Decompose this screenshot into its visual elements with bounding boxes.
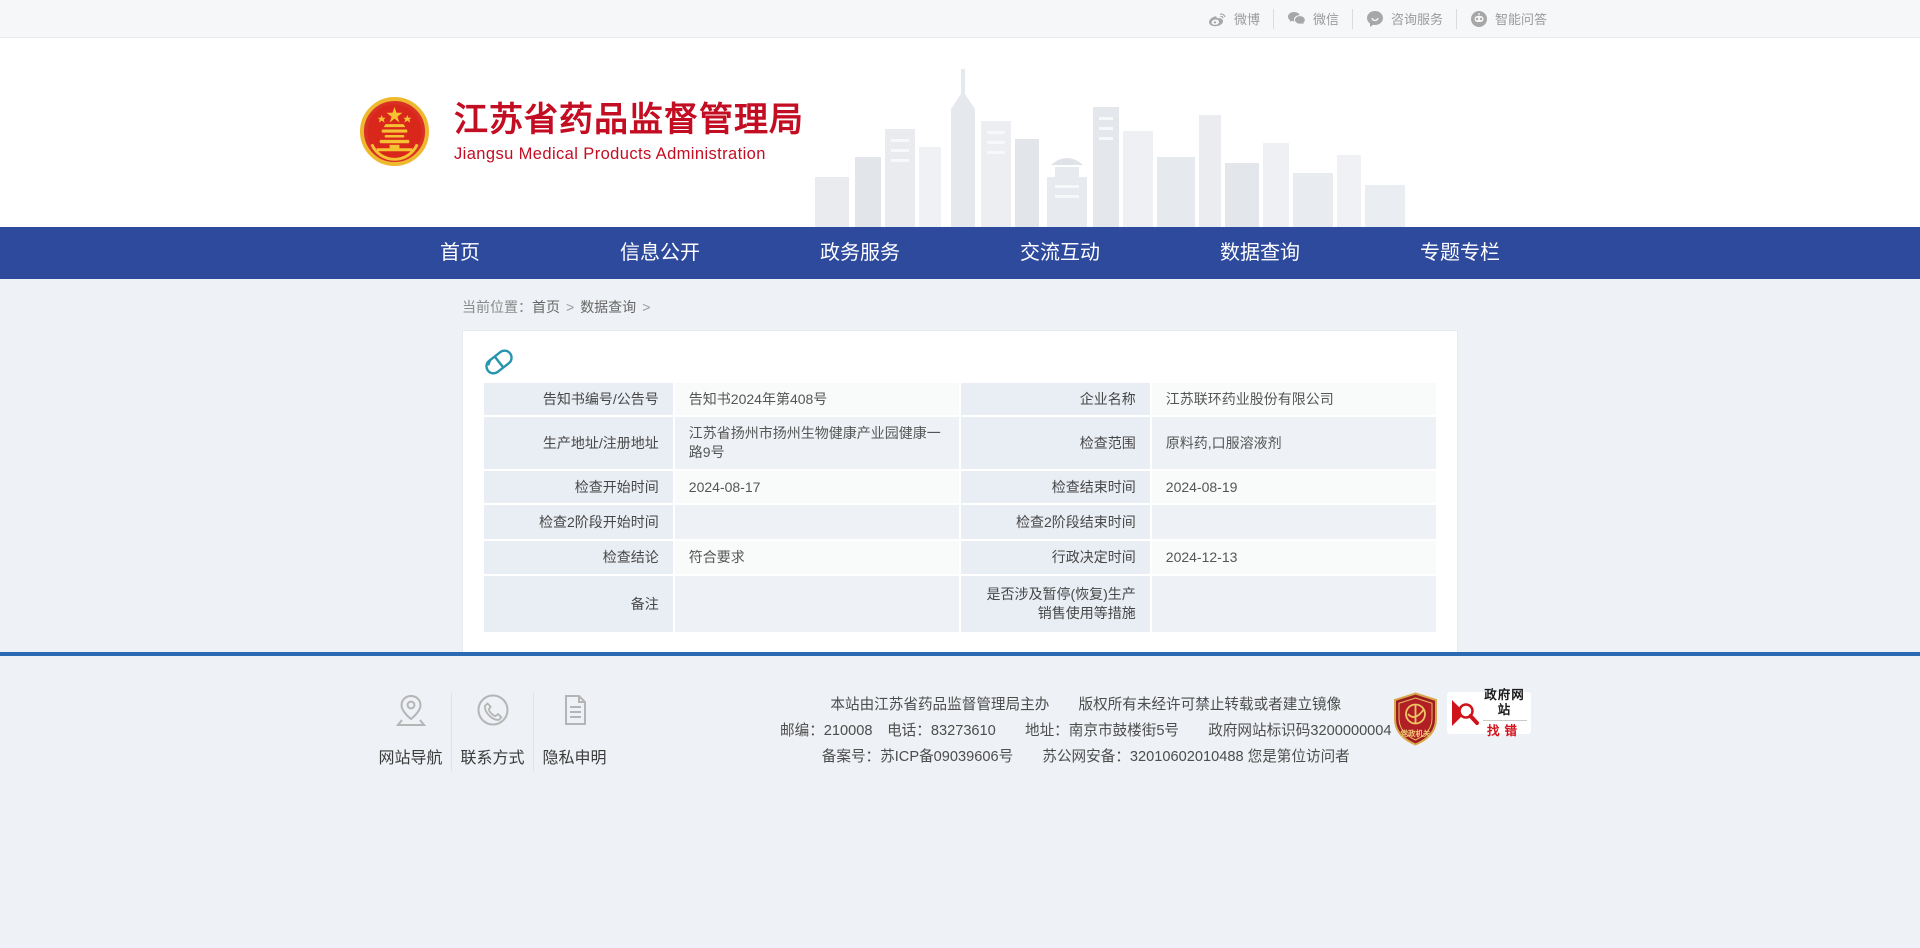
topbar-item-label: 智能问答 xyxy=(1495,9,1547,28)
breadcrumb-link-home[interactable]: 首页 xyxy=(532,299,560,315)
field-label: 生产地址/注册地址 xyxy=(483,416,674,470)
site-subtitle: Jiangsu Medical Products Administration xyxy=(454,145,804,164)
breadcrumb-prefix: 当前位置： xyxy=(462,299,532,315)
field-value: 2024-08-17 xyxy=(674,470,960,504)
site-logo[interactable]: 江苏省药品监督管理局 Jiangsu Medical Products Admi… xyxy=(360,97,804,166)
result-panel: 告知书编号/公告号 告知书2024年第408号 企业名称 江苏联环药业股份有限公… xyxy=(462,330,1458,652)
nav-item-home[interactable]: 首页 xyxy=(360,227,560,279)
topbar-item-label: 微信 xyxy=(1313,9,1339,28)
field-label: 检查结论 xyxy=(483,540,674,575)
field-value: 2024-08-19 xyxy=(1151,470,1437,504)
table-row: 告知书编号/公告号 告知书2024年第408号 企业名称 江苏联环药业股份有限公… xyxy=(483,382,1437,416)
table-row: 检查结论 符合要求 行政决定时间 2024-12-13 xyxy=(483,540,1437,575)
error-report-magnifier-icon xyxy=(1450,698,1480,728)
field-value xyxy=(1151,575,1437,633)
field-value xyxy=(1151,504,1437,540)
field-label: 检查范围 xyxy=(960,416,1151,470)
main-nav: 首页 信息公开 政务服务 交流互动 数据查询 专题专栏 xyxy=(0,227,1920,279)
field-value: 江苏联环药业股份有限公司 xyxy=(1151,382,1437,416)
badge-find-error-label: 找错 xyxy=(1483,720,1527,739)
field-label: 企业名称 xyxy=(960,382,1151,416)
main-content: 当前位置：首页 > 数据查询 > 告知书编号/公告号 告知书2024年第408号 企业… xyxy=(0,279,1920,652)
footer-link-group: 网站导航 联系方式 隐私申明 xyxy=(370,692,615,772)
city-skyline-watermark xyxy=(815,69,1415,227)
map-pin-icon xyxy=(393,692,429,728)
field-value: 告知书2024年第408号 xyxy=(674,382,960,416)
nav-item-interaction[interactable]: 交流互动 xyxy=(960,227,1160,279)
robot-qa-icon xyxy=(1470,10,1488,28)
footer-link-label: 网站导航 xyxy=(370,744,451,768)
gov-site-error-report-badge[interactable]: 政府网站 找错 xyxy=(1447,692,1531,734)
badge-shield-label: 党政机关 xyxy=(1400,728,1430,738)
inspection-detail-table: 告知书编号/公告号 告知书2024年第408号 企业名称 江苏联环药业股份有限公… xyxy=(483,382,1437,633)
party-gov-badge[interactable]: 党政机关 xyxy=(1392,692,1439,751)
topbar-item-label: 微博 xyxy=(1234,9,1260,28)
badge-gov-site-label: 政府网站 xyxy=(1483,688,1527,718)
field-label: 是否涉及暂停(恢复)生产销售使用等措施 xyxy=(960,575,1151,633)
field-value: 2024-12-13 xyxy=(1151,540,1437,575)
field-value: 江苏省扬州市扬州生物健康产业园健康一路9号 xyxy=(674,416,960,470)
breadcrumb: 当前位置：首页 > 数据查询 > xyxy=(462,279,1458,330)
field-value: 原料药,口服溶液剂 xyxy=(1151,416,1437,470)
footer-line-icp: 备案号：苏ICP备09039606号 苏公网安备：32010602010488 … xyxy=(780,744,1392,770)
topbar-item-weibo[interactable]: 微博 xyxy=(1195,9,1273,29)
weibo-icon xyxy=(1208,11,1227,27)
field-label: 检查2阶段结束时间 xyxy=(960,504,1151,540)
field-value xyxy=(674,575,960,633)
footer-link-label: 联系方式 xyxy=(452,744,533,768)
footer-line-contact: 邮编：210008 电话：83273610 地址：南京市鼓楼街5号 政府网站标识… xyxy=(780,718,1392,744)
nav-item-gov-services[interactable]: 政务服务 xyxy=(760,227,960,279)
national-emblem-icon xyxy=(360,97,429,166)
field-value: 符合要求 xyxy=(674,540,960,575)
topbar-item-consult[interactable]: 咨询服务 xyxy=(1352,9,1456,29)
field-label: 检查结束时间 xyxy=(960,470,1151,504)
nav-item-info-disclosure[interactable]: 信息公开 xyxy=(560,227,760,279)
pill-icon xyxy=(483,344,515,380)
footer-link-contact[interactable]: 联系方式 xyxy=(451,692,533,772)
phone-icon xyxy=(475,692,511,728)
field-label: 备注 xyxy=(483,575,674,633)
field-label: 检查2阶段开始时间 xyxy=(483,504,674,540)
nav-item-data-query[interactable]: 数据查询 xyxy=(1160,227,1360,279)
breadcrumb-separator: > xyxy=(566,299,574,315)
table-row: 生产地址/注册地址 江苏省扬州市扬州生物健康产业园健康一路9号 检查范围 原料药… xyxy=(483,416,1437,470)
field-label: 告知书编号/公告号 xyxy=(483,382,674,416)
footer-link-label: 隐私申明 xyxy=(534,744,615,768)
site-header: 江苏省药品监督管理局 Jiangsu Medical Products Admi… xyxy=(0,38,1920,227)
breadcrumb-separator: > xyxy=(642,299,650,315)
top-utility-bar: 微博 微信 咨询服务 智能问答 xyxy=(0,0,1920,38)
field-label: 检查开始时间 xyxy=(483,470,674,504)
nav-item-special-columns[interactable]: 专题专栏 xyxy=(1360,227,1560,279)
field-label: 行政决定时间 xyxy=(960,540,1151,575)
footer-link-privacy[interactable]: 隐私申明 xyxy=(533,692,615,772)
table-row: 备注 是否涉及暂停(恢复)生产销售使用等措施 xyxy=(483,575,1437,633)
field-value xyxy=(674,504,960,540)
footer-line-host: 本站由江苏省药品监督管理局主办 版权所有未经许可禁止转载或者建立镜像 xyxy=(780,692,1392,718)
privacy-doc-icon xyxy=(557,692,593,728)
footer-info-text: 本站由江苏省药品监督管理局主办 版权所有未经许可禁止转载或者建立镜像 邮编：21… xyxy=(780,692,1392,770)
breadcrumb-link-data-query[interactable]: 数据查询 xyxy=(580,299,636,315)
site-footer: 网站导航 联系方式 隐私申明 本站由江 xyxy=(0,656,1920,948)
topbar-item-label: 咨询服务 xyxy=(1391,9,1443,28)
topbar-item-smart-qa[interactable]: 智能问答 xyxy=(1456,9,1560,29)
chat-service-icon xyxy=(1366,10,1384,28)
table-row: 检查开始时间 2024-08-17 检查结束时间 2024-08-19 xyxy=(483,470,1437,504)
table-row: 检查2阶段开始时间 检查2阶段结束时间 xyxy=(483,504,1437,540)
footer-link-site-map[interactable]: 网站导航 xyxy=(370,692,451,772)
topbar-item-wechat[interactable]: 微信 xyxy=(1273,9,1352,29)
footer-badges: 党政机关 政府网站 找错 xyxy=(1392,692,1531,751)
site-title: 江苏省药品监督管理局 xyxy=(454,100,804,140)
wechat-icon xyxy=(1287,11,1306,27)
